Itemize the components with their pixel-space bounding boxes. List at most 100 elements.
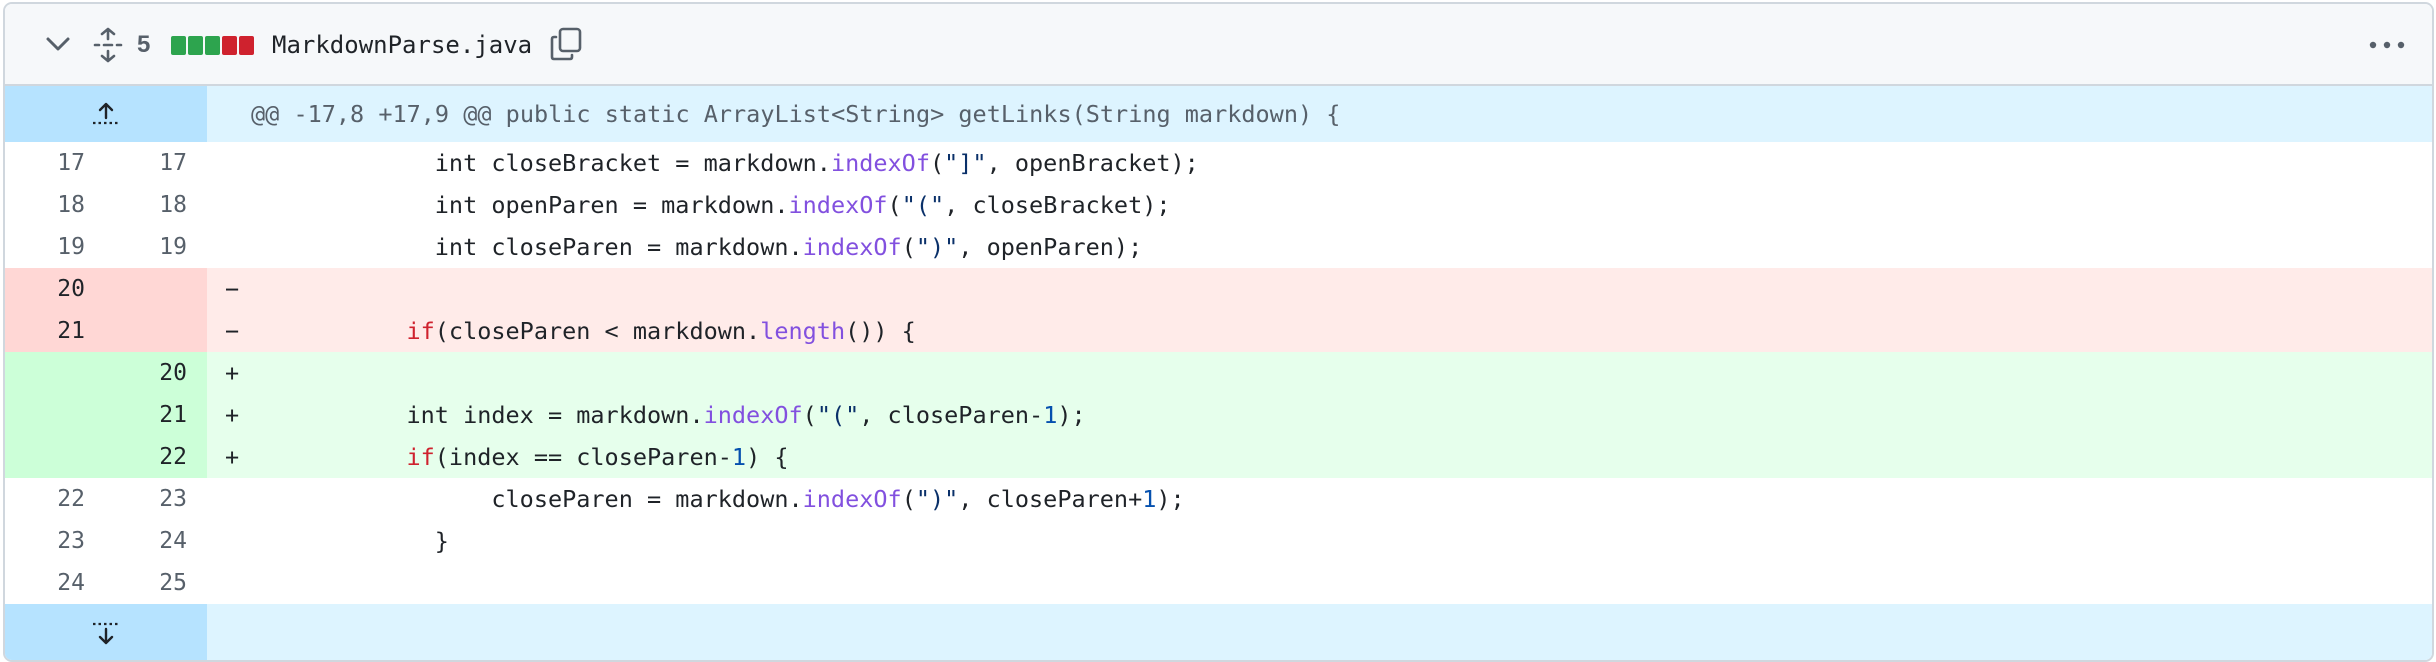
code-token: ( [802,401,817,429]
file-name-link[interactable]: MarkdownParse.java [272,29,532,61]
code-token: 1 [1142,485,1157,513]
old-line-number[interactable]: 22 [5,478,85,520]
code-token: , closeParen- [859,401,1044,429]
old-line-number[interactable]: 19 [5,226,85,268]
unfold-icon[interactable] [93,27,123,63]
code-token: indexOf [830,149,930,177]
line-number-gutter: 17 17 [5,142,207,184]
hunk-header-text: @@ -17,8 +17,9 @@ public static ArrayLis… [251,100,1341,128]
diff-marker: + [225,359,240,387]
old-line-number[interactable]: 23 [5,520,85,562]
code-line: + [207,352,2432,394]
old-line-number[interactable] [5,394,85,436]
code-line: closeParen = markdown.indexOf(")", close… [207,478,2432,520]
line-number-gutter: 21 [5,394,207,436]
new-line-number[interactable]: 24 [85,520,187,562]
new-line-number[interactable]: 23 [85,478,187,520]
code-token: } [434,527,449,555]
code-token: (index == closeParen- [434,443,732,471]
line-number-gutter: 22 [5,436,207,478]
old-line-number[interactable]: 18 [5,184,85,226]
code-line: int openParen = markdown.indexOf("(", cl… [207,184,2432,226]
code-token: ); [1156,485,1185,513]
diff-line-del: 21 − if(closeParen < markdown.length()) { [5,310,2432,352]
code-line: + if(index == closeParen-1) { [207,436,2432,478]
line-number-gutter: 20 [5,268,207,310]
hunk-footer-row [5,604,2432,660]
code-token: ( [887,191,902,219]
code-token: , closeParen+ [958,485,1143,513]
code-token: int index = markdown. [406,401,704,429]
new-line-number[interactable] [85,268,187,310]
code-token: "(" [901,191,945,219]
code-token: , openParen); [958,233,1143,261]
code-token: ")" [915,485,959,513]
expand-down-button[interactable] [5,604,207,660]
diff-line-ctx: 24 25 [5,562,2432,604]
diff-line-add: 21 + int index = markdown.indexOf("(", cl… [5,394,2432,436]
old-line-number[interactable]: 24 [5,562,85,604]
line-number-gutter: 23 24 [5,520,207,562]
code-token: int closeBracket = markdown. [434,149,831,177]
code-line: − if(closeParen < markdown.length()) { [207,310,2432,352]
new-line-number[interactable]: 19 [85,226,187,268]
file-header: 5 MarkdownParse.java [5,4,2432,86]
code-token: ) { [746,443,789,471]
code-token: (closeParen < markdown. [434,317,761,345]
chevron-down-icon[interactable] [45,34,71,54]
diffstat-added-block [205,36,220,55]
hunk-header-row: @@ -17,8 +17,9 @@ public static ArrayLis… [5,86,2432,142]
new-line-number[interactable]: 17 [85,142,187,184]
new-line-number[interactable]: 22 [85,436,187,478]
code-token: ()) { [845,317,916,345]
diff-line-ctx: 23 24 } [5,520,2432,562]
diff-line-add: 22 + if(index == closeParen-1) { [5,436,2432,478]
old-line-number[interactable]: 21 [5,310,85,352]
line-number-gutter: 18 18 [5,184,207,226]
code-token: indexOf [802,485,902,513]
diff-line-ctx: 18 18 int openParen = markdown.indexOf("(… [5,184,2432,226]
expand-up-button[interactable] [5,86,207,142]
code-token: 1 [731,443,747,471]
new-line-number[interactable]: 21 [85,394,187,436]
code-token: indexOf [703,401,803,429]
old-line-number[interactable] [5,436,85,478]
changes-count: 5 [137,31,151,58]
code-token: ( [929,149,945,177]
old-line-number[interactable]: 17 [5,142,85,184]
code-token: if [406,317,435,345]
diff-line-add: 20 + [5,352,2432,394]
code-line: int closeParen = markdown.indexOf(")", o… [207,226,2432,268]
code-token: ( [901,233,916,261]
line-number-gutter: 20 [5,352,207,394]
diff-file-card: 5 MarkdownParse.java @@ -17,8 +17,9 @@ p… [3,2,2434,662]
diffstat-deleted-block [222,36,237,55]
code-token: "]" [944,149,987,177]
new-line-number[interactable]: 18 [85,184,187,226]
diff-marker: + [225,401,240,429]
code-token: indexOf [788,191,888,219]
diff-marker: − [225,317,240,345]
old-line-number[interactable]: 20 [5,268,85,310]
code-token: ); [1057,401,1086,429]
new-line-number[interactable]: 25 [85,562,187,604]
diff-table: @@ -17,8 +17,9 @@ public static ArrayLis… [5,86,2432,660]
code-token: closeParen = markdown. [491,485,803,513]
diffstat-added-block [188,36,203,55]
expand-down-icon[interactable] [91,619,121,647]
line-number-gutter: 19 19 [5,226,207,268]
old-line-number[interactable] [5,352,85,394]
expand-up-icon[interactable] [91,100,121,128]
code-line: } [207,520,2432,562]
code-token: "(" [816,401,860,429]
new-line-number[interactable] [85,310,187,352]
diff-line-ctx: 17 17 int closeBracket = markdown.indexOf… [5,142,2432,184]
code-token: ( [901,485,916,513]
code-line: − [207,268,2432,310]
diff-marker: − [225,275,240,303]
code-token: int openParen = markdown. [434,191,789,219]
copy-icon[interactable] [549,26,583,62]
line-number-gutter: 24 25 [5,562,207,604]
new-line-number[interactable]: 20 [85,352,187,394]
kebab-menu-icon[interactable] [2367,32,2407,58]
